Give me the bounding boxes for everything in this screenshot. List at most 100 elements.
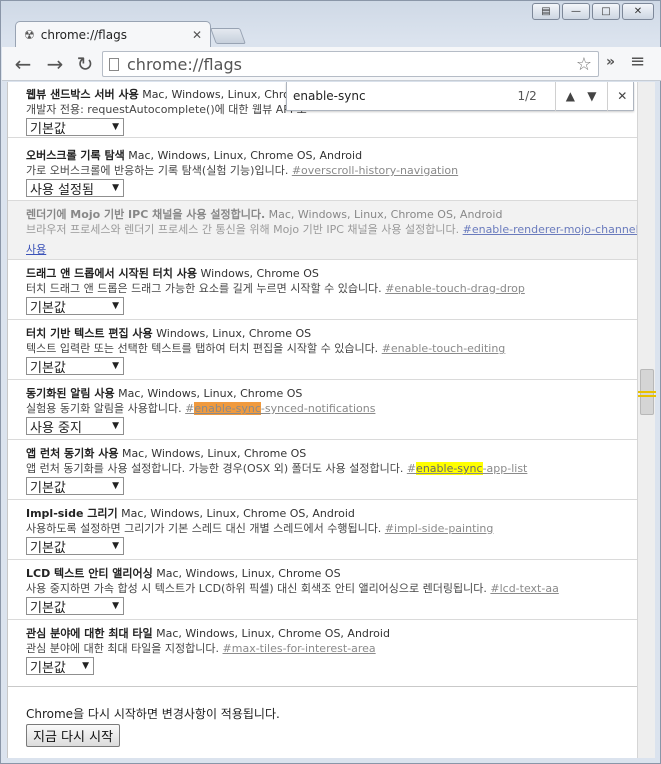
restart-message: Chrome을 다시 시작하면 변경사항이 적용됩니다. <box>26 707 280 721</box>
address-bar[interactable]: chrome://flags ☆ <box>102 51 599 77</box>
experiment-row: LCD 텍스트 안티 앨리어싱 Mac, Windows, Linux, Chr… <box>8 560 637 620</box>
experiment-row: 앱 런처 동기화 사용 Mac, Windows, Linux, Chrome … <box>8 440 637 500</box>
find-match-count: 1/2 <box>517 89 537 103</box>
experiment-description: 앱 런처 동기화를 사용 설정합니다. 가능한 경우(OSX 외) 폴더도 사용… <box>26 462 404 475</box>
experiment-platforms: Windows, Chrome OS <box>200 267 319 280</box>
experiment-link[interactable]: #overscroll-history-navigation <box>292 164 458 177</box>
experiment-name: 드래그 앤 드롭에서 시작된 터치 사용 <box>26 267 197 280</box>
find-divider <box>554 81 556 111</box>
experiment-name: 앱 런처 동기화 사용 <box>26 447 119 460</box>
dropdown-arrow-icon: ▼ <box>112 481 119 491</box>
toolbar: ← → ↻ chrome://flags ☆ » ≡ <box>2 47 661 81</box>
experiment-row: 터치 기반 텍스트 편집 사용 Windows, Linux, Chrome O… <box>8 320 637 380</box>
close-window-button[interactable]: ✕ <box>622 3 654 20</box>
experiment-description: 가로 오버스크롤에 반응하는 기록 탐색(실험 기능)입니다. <box>26 164 289 177</box>
experiment-description: 터치 드래그 앤 드롭은 드래그 가능한 요소를 길게 누르면 시작할 수 있습… <box>26 282 382 295</box>
experiment-name: 웹뷰 샌드박스 서버 사용 <box>26 88 139 101</box>
dropdown-arrow-icon: ▼ <box>112 301 119 311</box>
find-tick-mark <box>638 391 656 393</box>
maximize-button[interactable]: □ <box>592 3 620 20</box>
experiment-platforms: Mac, Windows, Linux, Chrome OS, Android <box>128 149 363 162</box>
experiment-select[interactable]: 기본값 ▼ <box>26 118 124 137</box>
find-divider <box>606 81 608 111</box>
experiment-description: 사용 중지하면 가속 합성 시 텍스트가 LCD(하위 픽셀) 대신 회색조 안… <box>26 582 487 595</box>
experiment-select[interactable]: 기본값 ▼ <box>26 297 124 316</box>
bookmark-star-icon[interactable]: ☆ <box>576 54 592 75</box>
new-tab-button[interactable] <box>210 28 246 44</box>
find-input[interactable]: enable-sync <box>293 89 517 103</box>
browser-window: ▤ — □ ✕ ☢ chrome://flags ✕ ← → ↻ chrome:… <box>0 0 661 764</box>
enable-link[interactable]: 사용 <box>26 243 46 256</box>
experiment-name: 터치 기반 텍스트 편집 사용 <box>26 327 153 340</box>
experiment-description: 브라우저 프로세스와 렌더기 프로세스 간 통신을 위해 Mojo 기반 IPC… <box>26 223 460 236</box>
find-match: enable-sync <box>416 462 483 475</box>
find-next-button[interactable]: ▼ <box>581 85 602 107</box>
experiment-select[interactable]: 사용 중지 ▼ <box>26 417 124 436</box>
dropdown-arrow-icon: ▼ <box>112 421 119 431</box>
experiment-platforms: Mac, Windows, Linux, Chrome OS <box>118 387 303 400</box>
find-bar: enable-sync 1/2 ▲ ▼ ✕ <box>286 81 634 111</box>
dropdown-arrow-icon: ▼ <box>112 122 119 132</box>
back-button[interactable]: ← <box>10 51 36 77</box>
experiment-select[interactable]: 기본값 ▼ <box>26 657 94 676</box>
experiment-description: 실험용 동기화 알림을 사용합니다. <box>26 402 182 415</box>
experiment-row: Impl-side 그리기 Mac, Windows, Linux, Chrom… <box>8 500 637 560</box>
experiment-link[interactable]: #enable-sync-synced-notifications <box>185 402 375 415</box>
experiment-description: 사용하도록 설정하면 그리기가 기본 스레드 대신 개별 스레드에서 수행됩니다… <box>26 522 382 535</box>
experiment-row: 드래그 앤 드롭에서 시작된 터치 사용 Windows, Chrome OS … <box>8 260 637 320</box>
experiment-description: 텍스트 입력란 또는 선택한 텍스트를 탭하여 터치 편집을 시작할 수 있습니… <box>26 342 379 355</box>
tab-title: chrome://flags <box>40 28 127 42</box>
experiment-link[interactable]: #enable-touch-drag-drop <box>385 282 525 295</box>
experiment-name: 오버스크롤 기록 탐색 <box>26 149 125 162</box>
experiment-link[interactable]: #enable-touch-editing <box>382 342 506 355</box>
experiment-row: 오버스크롤 기록 탐색 Mac, Windows, Linux, Chrome … <box>8 138 637 201</box>
dropdown-arrow-icon: ▼ <box>82 661 89 671</box>
experiment-name: 렌더기에 Mojo 기반 IPC 채널을 사용 설정합니다. <box>26 208 266 221</box>
experiment-link[interactable]: #impl-side-painting <box>385 522 494 535</box>
experiment-platforms: Mac, Windows, Linux, Chrome OS <box>121 447 307 460</box>
address-url: chrome://flags <box>127 54 242 74</box>
window-menu-button[interactable]: ▤ <box>532 3 560 20</box>
extensions-overflow-button[interactable]: » <box>606 54 615 70</box>
experiment-platforms: Mac, Windows, Linux, Chrome OS, Android <box>268 208 503 221</box>
experiment-link[interactable]: #lcd-text-aa <box>490 582 558 595</box>
find-previous-button[interactable]: ▲ <box>560 85 581 107</box>
experiment-select[interactable]: 기본값 ▼ <box>26 357 124 376</box>
experiment-row: 관심 분야에 대한 최대 타일 Mac, Windows, Linux, Chr… <box>8 620 637 680</box>
experiment-platforms: Mac, Windows, Linux, Chrome <box>142 88 308 101</box>
experiment-select[interactable]: 사용 설정됨 ▼ <box>26 179 124 198</box>
experiment-name: LCD 텍스트 안티 앨리어싱 <box>26 567 153 580</box>
tab-close-icon[interactable]: ✕ <box>192 28 202 42</box>
experiment-platforms: Mac, Windows, Linux, Chrome OS, Android <box>121 507 355 520</box>
experiment-link[interactable]: #max-tiles-for-interest-area <box>223 642 376 655</box>
experiment-link[interactable]: #enable-sync-app-list <box>407 462 527 475</box>
window-controls: ▤ — □ ✕ <box>532 3 654 20</box>
minimize-button[interactable]: — <box>562 3 590 20</box>
experiment-platforms: Mac, Windows, Linux, Chrome OS <box>156 567 341 580</box>
forward-button[interactable]: → <box>42 51 68 77</box>
chrome-menu-button[interactable]: ≡ <box>630 53 646 71</box>
page-scrollbar[interactable] <box>637 82 656 758</box>
restart-footer: Chrome을 다시 시작하면 변경사항이 적용됩니다. 지금 다시 시작 <box>8 686 637 758</box>
reload-button[interactable]: ↻ <box>72 51 98 77</box>
restart-now-button[interactable]: 지금 다시 시작 <box>26 724 121 747</box>
experiment-name: 동기화된 알림 사용 <box>26 387 115 400</box>
dropdown-arrow-icon: ▼ <box>112 601 119 611</box>
experiment-platforms: Mac, Windows, Linux, Chrome OS, Android <box>156 627 390 640</box>
experiment-select[interactable]: 기본값 ▼ <box>26 597 124 616</box>
experiment-select[interactable]: 기본값 ▼ <box>26 477 124 496</box>
find-current-match: enable-sync <box>194 402 261 415</box>
experiment-select[interactable]: 기본값 ▼ <box>26 537 124 556</box>
experiment-name: 관심 분야에 대한 최대 타일 <box>26 627 153 640</box>
flags-content: 웹뷰 샌드박스 서버 사용 Mac, Windows, Linux, Chrom… <box>7 82 637 758</box>
experiment-name: Impl-side 그리기 <box>26 507 118 520</box>
find-tick-mark <box>638 395 656 397</box>
tab-chrome-flags[interactable]: ☢ chrome://flags ✕ <box>15 21 211 48</box>
experiment-platforms: Windows, Linux, Chrome OS <box>156 327 312 340</box>
page-icon <box>109 57 119 71</box>
experiment-description: 관심 분야에 대한 최대 타일을 지정합니다. <box>26 642 220 655</box>
experiment-row: 렌더기에 Mojo 기반 IPC 채널을 사용 설정합니다. Mac, Wind… <box>8 201 637 260</box>
find-close-button[interactable]: ✕ <box>612 85 633 107</box>
dropdown-arrow-icon: ▼ <box>112 541 119 551</box>
experiment-link[interactable]: #enable-renderer-mojo-channel <box>463 223 637 236</box>
